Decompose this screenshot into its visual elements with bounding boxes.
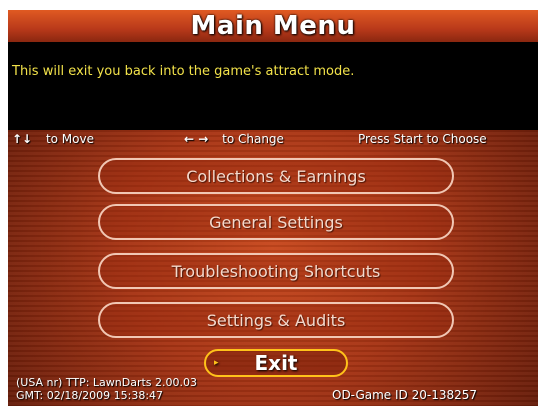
main-menu-screen: Main Menu This will exit you back into t… <box>8 10 538 406</box>
help-move: ↑↓ to Move <box>12 132 94 146</box>
page-title: Main Menu <box>190 11 356 41</box>
left-right-arrows-icon: ← → <box>184 132 209 146</box>
game-id: OD-Game ID 20-138257 <box>332 388 477 402</box>
help-change-label: to Change <box>222 132 284 146</box>
description-text: This will exit you back into the game's … <box>12 64 355 79</box>
help-start-label: Press Start to Choose <box>358 132 487 146</box>
help-move-label: to Move <box>45 132 94 146</box>
troubleshooting-shortcuts-button[interactable]: Troubleshooting Shortcuts <box>98 253 454 289</box>
title-bar: Main Menu <box>8 10 538 42</box>
exit-button[interactable]: ▸ Exit <box>204 349 348 377</box>
exit-label: Exit <box>254 351 298 375</box>
help-bar: ↑↓ to Move ← → to Change Press Start to … <box>8 130 538 150</box>
selection-pointer-icon: ▸ <box>214 358 219 368</box>
settings-audits-button[interactable]: Settings & Audits <box>98 302 454 338</box>
gmt-timestamp: GMT: 02/18/2009 15:38:47 <box>16 389 164 402</box>
version-info: (USA nr) TTP: LawnDarts 2.00.03 GMT: 02/… <box>16 376 197 402</box>
description-panel: This will exit you back into the game's … <box>8 42 538 130</box>
general-settings-button[interactable]: General Settings <box>98 204 454 240</box>
help-change: ← → to Change <box>184 132 284 146</box>
up-down-arrows-icon: ↑↓ <box>12 132 33 146</box>
version-line: (USA nr) TTP: LawnDarts 2.00.03 <box>16 376 198 389</box>
collections-earnings-button[interactable]: Collections & Earnings <box>98 158 454 194</box>
